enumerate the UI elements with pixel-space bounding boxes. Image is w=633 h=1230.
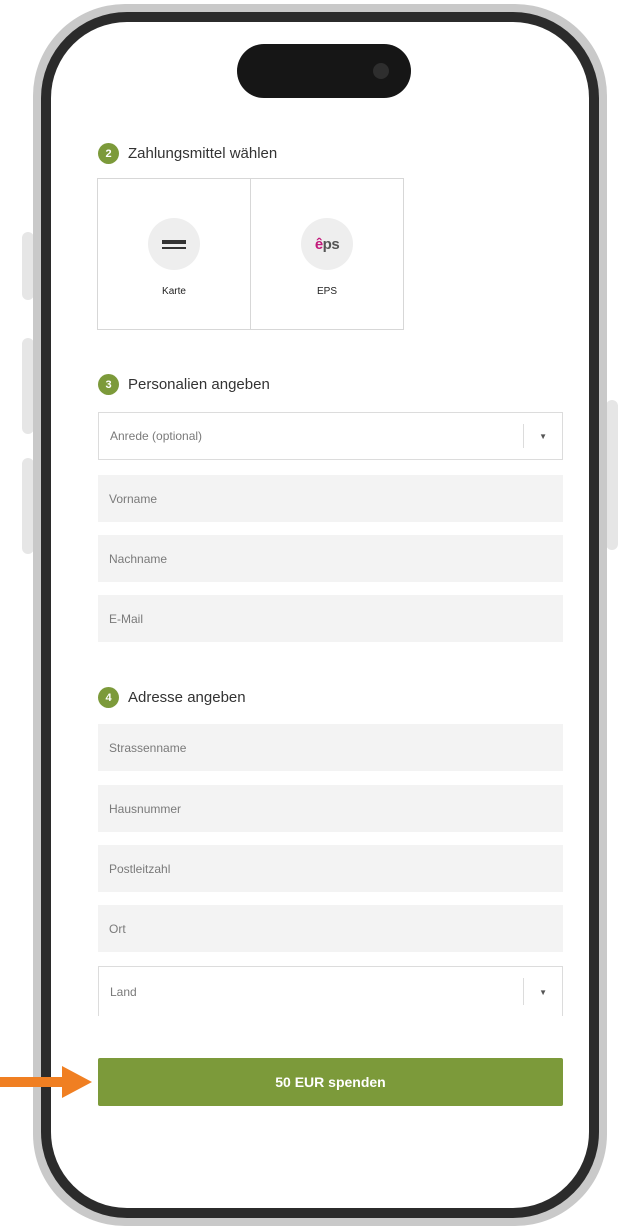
address-section-title: Adresse angeben <box>128 689 246 706</box>
credit-card-icon <box>148 218 200 270</box>
last-name-field[interactable]: Nachname <box>98 535 563 582</box>
phone-side-button-power <box>606 400 618 550</box>
chevron-down-icon[interactable]: ▼ <box>539 988 547 997</box>
salutation-select[interactable]: Anrede (optional) ▼ <box>98 412 563 460</box>
step-badge: 3 <box>98 374 119 395</box>
payment-option-label: EPS <box>316 286 337 297</box>
email-field[interactable]: E-Mail <box>98 595 563 642</box>
chevron-down-icon[interactable]: ▼ <box>539 432 547 441</box>
house-number-field[interactable]: Hausnummer <box>98 785 563 832</box>
arrow-right-icon <box>0 1066 92 1098</box>
personal-section-heading: 3 Personalien angeben <box>98 374 270 395</box>
dynamic-island <box>237 44 411 98</box>
payment-section-heading: 2 Zahlungsmittel wählen <box>98 143 277 164</box>
donate-button[interactable]: 50 EUR spenden <box>98 1058 563 1106</box>
step-badge: 2 <box>98 143 119 164</box>
eps-logo-icon: êps <box>301 218 353 270</box>
country-select[interactable]: Land ▼ <box>98 966 563 1016</box>
city-field[interactable]: Ort <box>98 905 563 952</box>
address-section-heading: 4 Adresse angeben <box>98 687 246 708</box>
select-divider <box>523 978 524 1005</box>
salutation-placeholder: Anrede (optional) <box>110 429 203 443</box>
country-placeholder: Land <box>110 984 137 999</box>
payment-section-title: Zahlungsmittel wählen <box>128 145 278 162</box>
postal-code-field[interactable]: Postleitzahl <box>98 845 563 892</box>
payment-method-options: Karte êps EPS <box>97 178 404 330</box>
step-badge: 4 <box>98 687 119 708</box>
street-field[interactable]: Strassenname <box>98 724 563 771</box>
camera-icon <box>373 63 389 79</box>
first-name-field[interactable]: Vorname <box>98 475 563 522</box>
payment-option-label: Karte <box>162 286 186 297</box>
payment-option-eps[interactable]: êps EPS <box>250 178 404 330</box>
payment-option-card[interactable]: Karte <box>97 178 251 330</box>
select-divider <box>523 424 524 448</box>
personal-section-title: Personalien angeben <box>128 376 270 393</box>
